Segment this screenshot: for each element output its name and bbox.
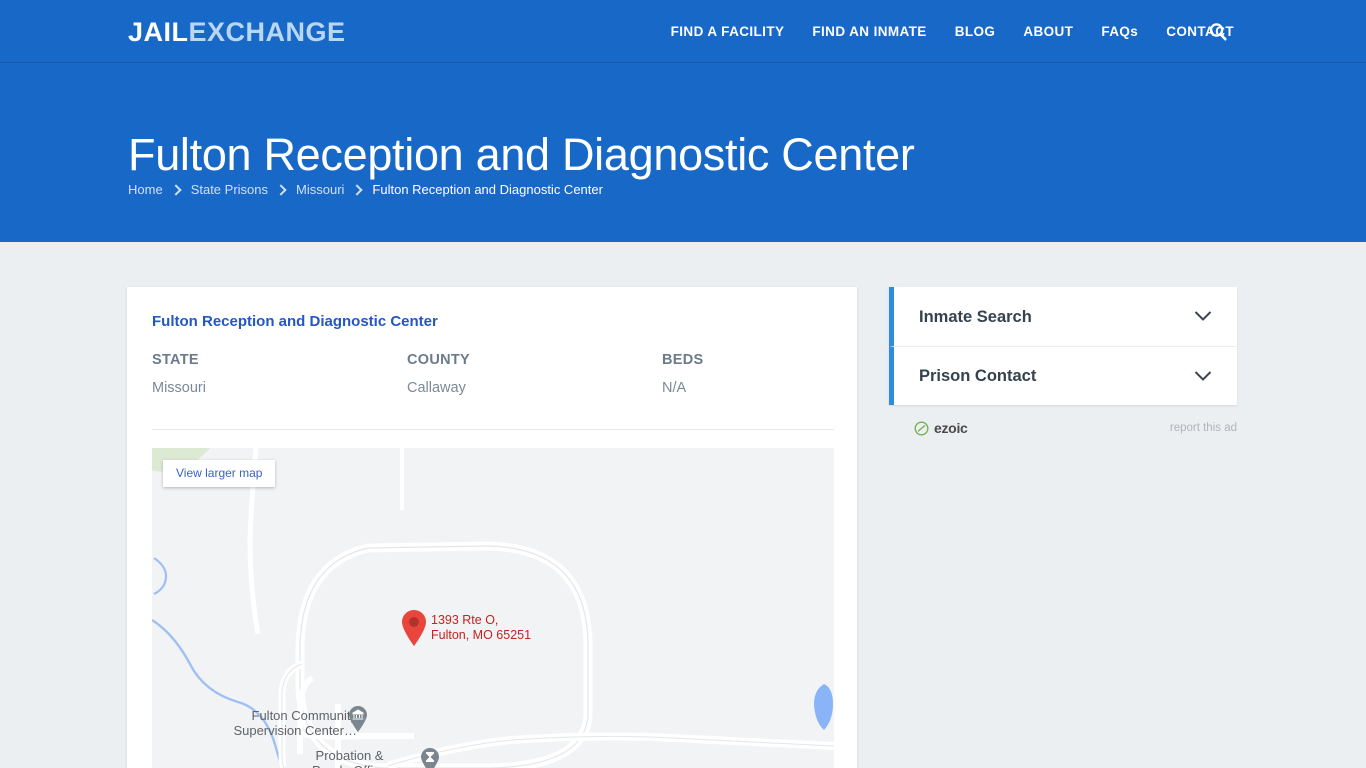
main-navigation: FIND A FACILITY FIND AN INMATE BLOG ABOU… (657, 0, 1248, 63)
view-larger-map-button[interactable]: View larger map (163, 460, 276, 487)
ezoic-label: ezoic (934, 420, 968, 436)
museum-icon[interactable] (348, 706, 368, 733)
facility-name-link[interactable]: Fulton Reception and Diagnostic Center (152, 312, 438, 332)
chevron-right-icon (350, 184, 366, 197)
map-poi-label-supervision-center[interactable]: Fulton Community Supervision Center… (192, 708, 357, 738)
fact-value-state: Missouri (152, 380, 206, 396)
fact-value-county: Callaway (407, 380, 466, 396)
breadcrumb-item-state-prisons[interactable]: State Prisons (191, 181, 268, 199)
nav-item-find-an-inmate[interactable]: FIND AN INMATE (798, 0, 940, 63)
site-header: JAILEXCHANGE FIND A FACILITY FIND AN INM… (0, 0, 1366, 63)
page-hero: Fulton Reception and Diagnostic Center H… (0, 63, 1366, 242)
ad-attribution-row: ezoic report this ad (889, 415, 1237, 441)
nav-item-find-a-facility[interactable]: FIND A FACILITY (657, 0, 799, 63)
accordion-panel-prison-contact[interactable]: Prison Contact (889, 346, 1237, 405)
marker-address-line-2: Fulton, MO 65251 (431, 627, 532, 642)
fact-label-state: STATE (152, 352, 199, 368)
page-title: Fulton Reception and Diagnostic Center (128, 129, 915, 181)
breadcrumb: Home State Prisons Missouri Fulton Recep… (128, 181, 603, 199)
fact-label-beds: BEDS (662, 352, 704, 368)
accordion-title-prison-contact: Prison Contact (919, 367, 1037, 385)
nav-item-contact[interactable]: CONTACT (1152, 0, 1248, 63)
logo-text-secondary: EXCHANGE (188, 17, 346, 47)
marker-address-line-1: 1393 Rte O, (431, 613, 499, 627)
chevron-down-icon[interactable] (1194, 369, 1212, 381)
logo-text-primary: JAIL (128, 17, 189, 47)
section-divider (152, 429, 834, 430)
map-poi-label-probation-parole[interactable]: Probation & Parole Office (272, 748, 427, 768)
accordion-title-inmate-search: Inmate Search (919, 307, 1032, 326)
search-icon[interactable] (1207, 21, 1229, 43)
breadcrumb-item-home[interactable]: Home (128, 181, 163, 199)
chevron-down-icon[interactable] (1194, 309, 1212, 321)
breadcrumb-item-missouri[interactable]: Missouri (296, 181, 344, 199)
chevron-right-icon (274, 184, 290, 197)
fact-label-county: COUNTY (407, 352, 471, 368)
chevron-right-icon (169, 184, 185, 197)
map-marker-address: 1393 Rte O, Fulton, MO 65251 (431, 613, 531, 642)
ezoic-logo[interactable]: ezoic (914, 420, 968, 436)
nav-item-faqs[interactable]: FAQs (1087, 0, 1152, 63)
government-icon[interactable] (420, 748, 440, 768)
map-marker-facility[interactable] (401, 609, 427, 647)
fact-county: COUNTY Callaway (407, 350, 662, 398)
location-map[interactable]: View larger map 1393 Rte O, Fulton, MO 6… (152, 448, 834, 768)
breadcrumb-item-current: Fulton Reception and Diagnostic Center (372, 182, 603, 197)
nav-item-blog[interactable]: BLOG (941, 0, 1010, 63)
report-this-ad-link[interactable]: report this ad (1170, 421, 1237, 435)
sidebar: Inmate Search Prison Contact (889, 287, 1237, 405)
site-logo[interactable]: JAILEXCHANGE (128, 17, 346, 47)
accordion-panel-inmate-search[interactable]: Inmate Search (889, 287, 1237, 346)
facility-detail-card: Fulton Reception and Diagnostic Center S… (127, 287, 857, 768)
fact-state: STATE Missouri (152, 350, 407, 398)
ezoic-mark-icon (914, 420, 929, 436)
nav-item-about[interactable]: ABOUT (1009, 0, 1087, 63)
facility-facts: STATE Missouri COUNTY Callaway BEDS N/A (152, 350, 832, 398)
fact-value-beds: N/A (662, 380, 687, 396)
fact-beds: BEDS N/A (662, 350, 832, 398)
